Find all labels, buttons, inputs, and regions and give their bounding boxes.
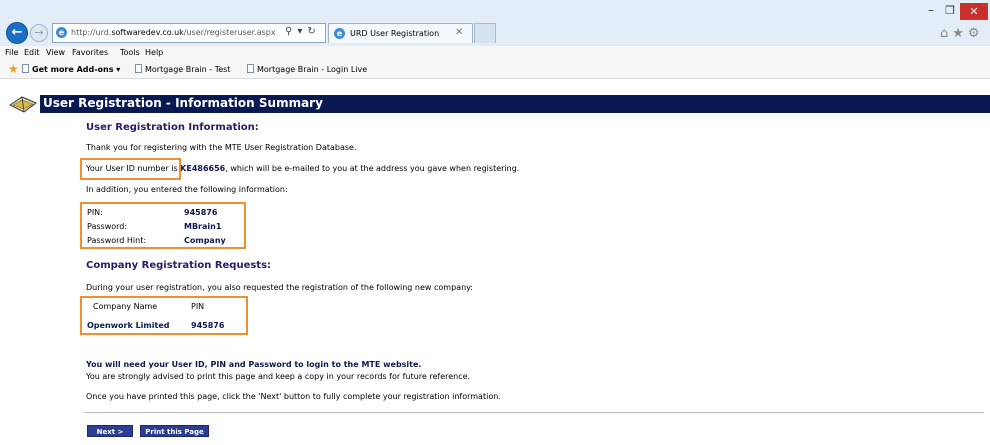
menu-view[interactable]: View [46,48,65,57]
notice-text: You will need your User ID, PIN and Pass… [86,360,422,369]
menu-bar: File Edit View Favorites Tools Help [0,46,990,61]
window-close-button[interactable]: ✕ [960,3,988,20]
home-icon[interactable]: ⌂ [940,26,952,41]
restore-button[interactable]: ❐ [940,4,960,18]
instruction-text: Once you have printed this page, click t… [86,392,501,401]
highlight-company [80,296,248,335]
forward-button[interactable]: → [30,24,48,42]
new-tab-button[interactable] [474,23,496,43]
page-header-bar: User Registration - Information Summary [40,95,990,113]
favorites-star-icon[interactable]: ★ [952,26,968,41]
divider [84,412,984,413]
page-icon [22,64,29,73]
tab-title: URD User Registration [350,29,440,38]
minimize-button[interactable]: – [920,4,942,19]
highlight-user-id [80,158,181,180]
browser-tab[interactable]: e URD User Registration ✕ [328,23,473,43]
favorites-bar: ★ Get more Add-ons ▾ Mortgage Brain - Te… [0,61,990,79]
advice-text: You are strongly advised to print this p… [86,372,471,381]
page-icon [135,64,142,73]
dropdown-icon[interactable]: ▾ [297,26,302,37]
browser-titlebar: ← → e http://urd.softwaredev.co.uk/user/… [0,0,990,46]
menu-favorites[interactable]: Favorites [72,48,108,57]
menu-file[interactable]: File [5,48,18,57]
logo-icon [9,96,37,113]
menu-tools[interactable]: Tools [120,48,140,57]
menu-edit[interactable]: Edit [24,48,40,57]
fav-mortgage-brain-test[interactable]: Mortgage Brain - Test [135,64,230,74]
print-page-button[interactable]: Print this Page [140,425,209,437]
site-favicon-icon: e [56,27,67,38]
url-text: http://urd.softwaredev.co.uk/user/regist… [71,28,276,37]
thanks-text: Thank you for registering with the MTE U… [86,143,357,152]
settings-gear-icon[interactable]: ⚙ [968,26,984,41]
menu-help[interactable]: Help [145,48,163,57]
browser-tools: ⌂★⚙ [940,26,984,41]
address-bar[interactable]: e http://urd.softwaredev.co.uk/user/regi… [52,23,326,43]
page-title: User Registration - Information Summary [43,96,323,110]
addition-text: In addition, you entered the following i… [86,185,288,194]
tab-favicon-icon: e [334,28,345,39]
favorites-star-icon[interactable]: ★ [8,62,19,76]
next-button[interactable]: Next > [87,425,133,437]
search-icon[interactable]: ⚲ [285,26,292,37]
user-section-heading: User Registration Information: [86,122,259,133]
tab-close-icon[interactable]: ✕ [455,27,463,38]
page-icon [247,64,254,73]
company-section-heading: Company Registration Requests: [86,260,272,271]
company-intro-text: During your user registration, you also … [86,283,473,292]
refresh-icon[interactable]: ↻ [307,26,315,37]
fav-mortgage-brain-live[interactable]: Mortgage Brain - Login Live [247,64,367,74]
fav-get-addons[interactable]: Get more Add-ons ▾ [22,64,120,74]
back-button[interactable]: ← [6,22,28,44]
highlight-credentials [80,202,246,249]
address-controls: ⚲ ▾ ↻ [285,26,321,37]
user-id-value: KE486656 [180,164,226,173]
